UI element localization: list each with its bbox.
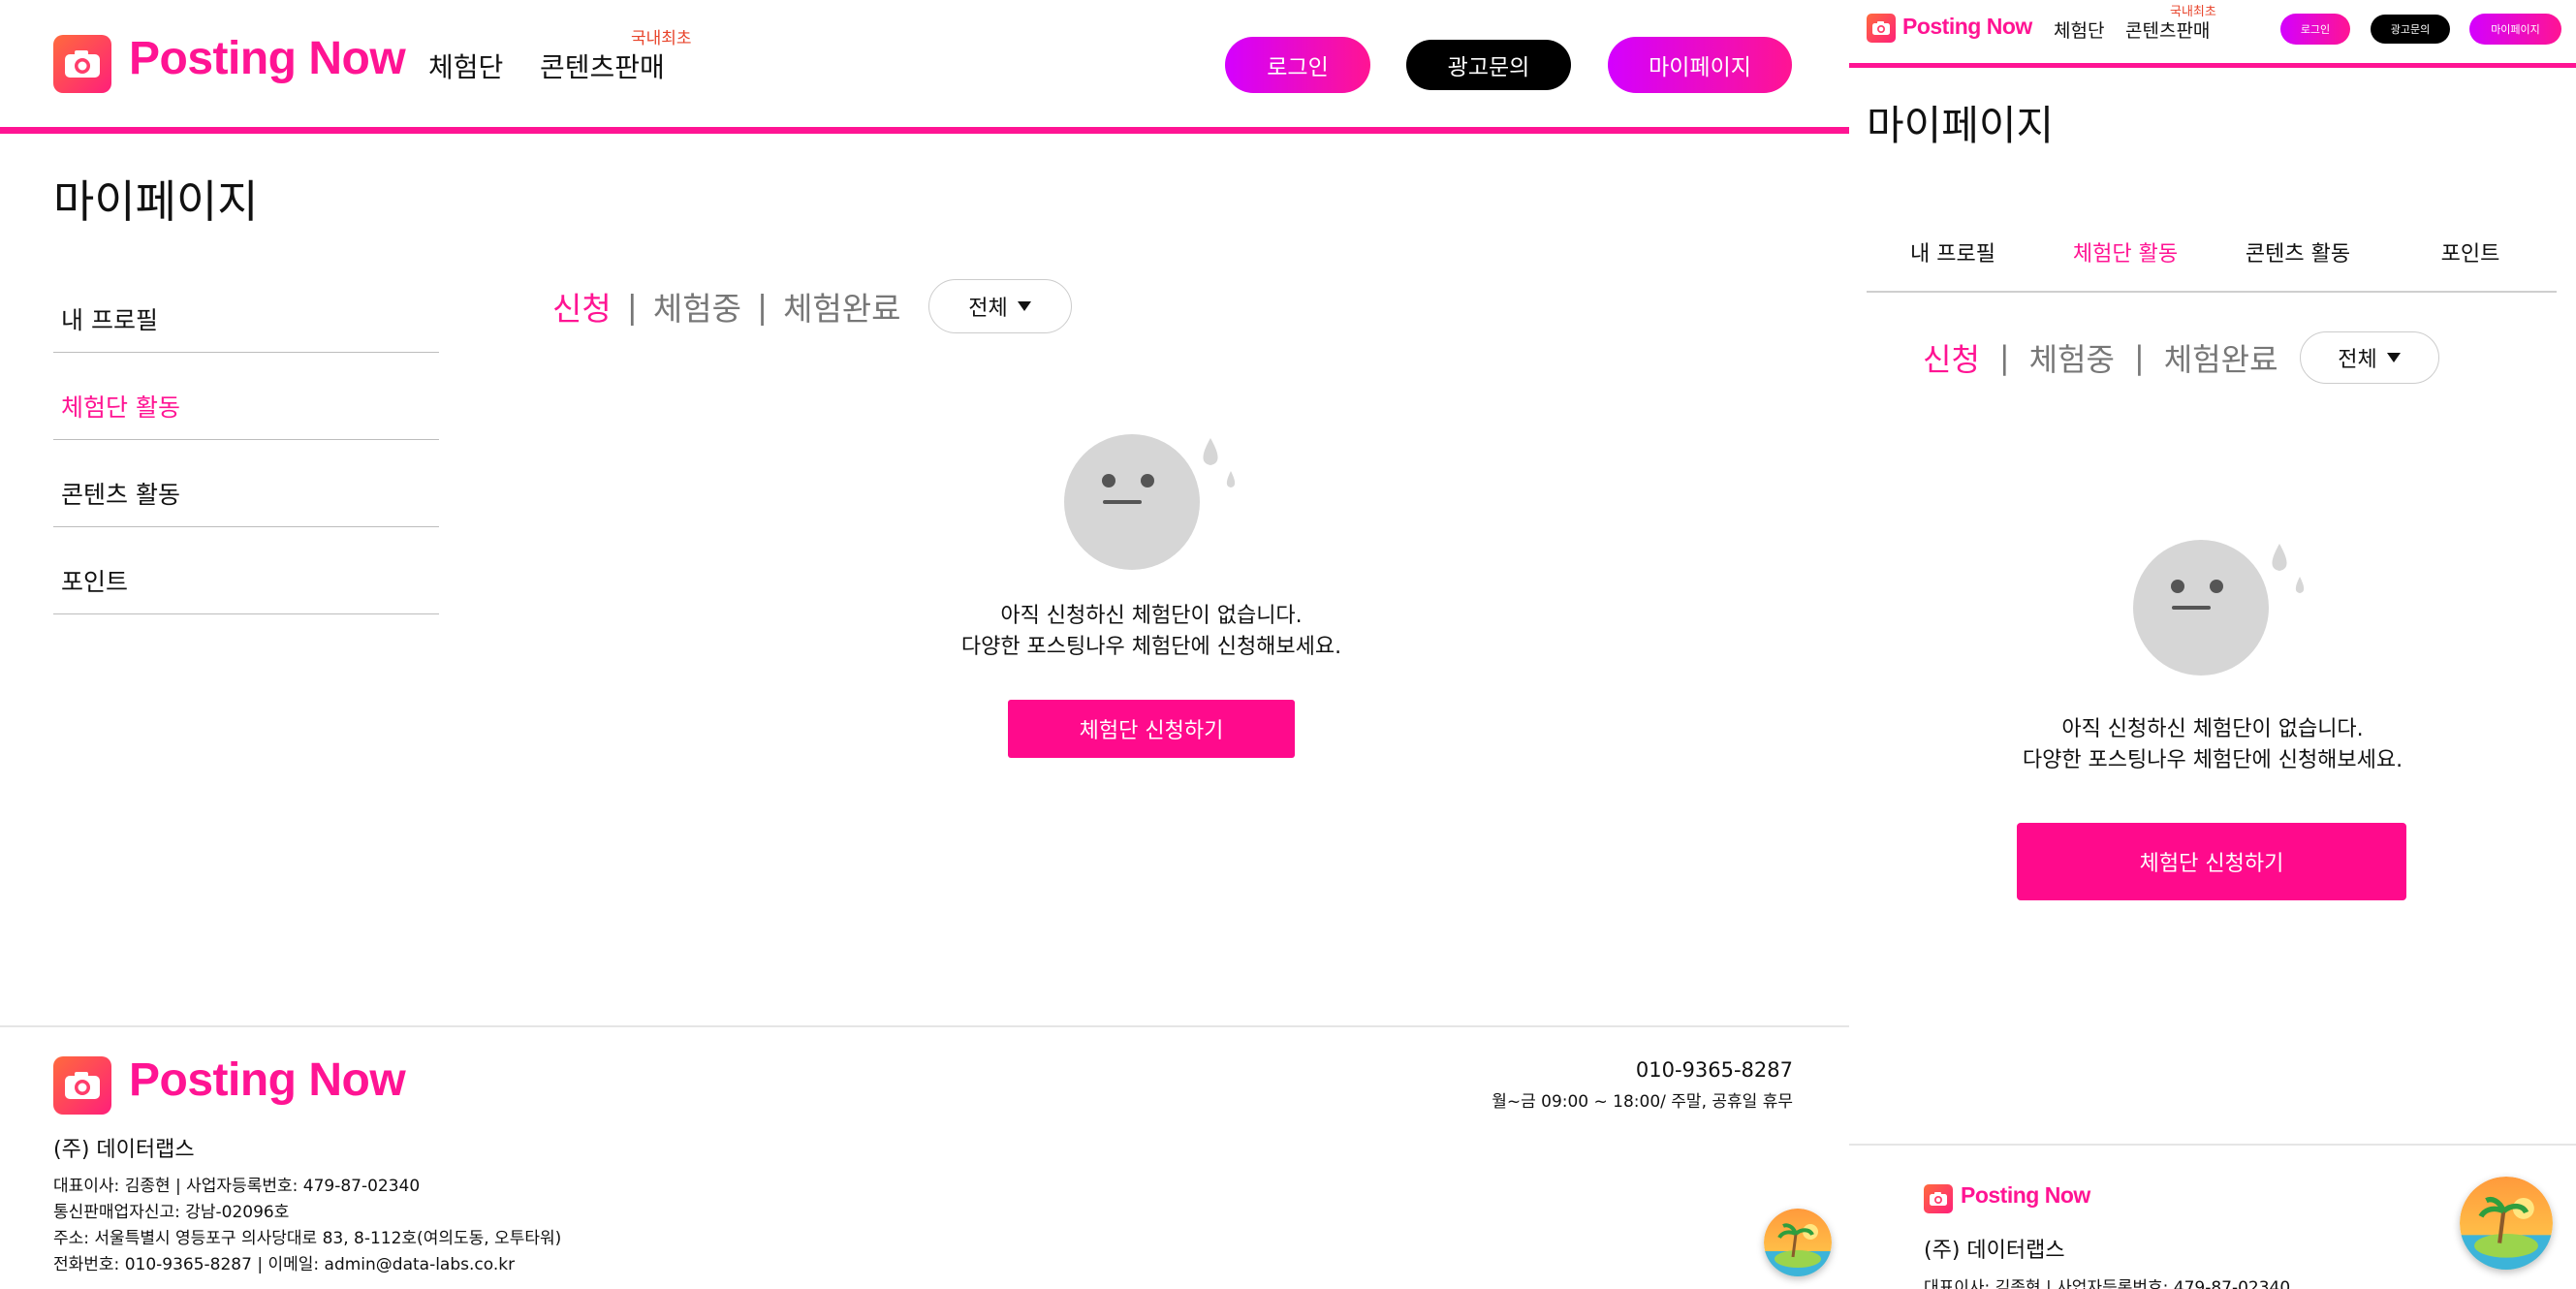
mobile-logo-camera-icon[interactable] xyxy=(1867,14,1896,43)
category-select-value: 전체 xyxy=(968,297,1008,321)
footer-ecommerce-line: 통신판매업자신고: 강남-02096호 xyxy=(53,1203,290,1222)
mobile-mypage-button[interactable]: 마이페이지 xyxy=(2469,14,2561,45)
camera-icon xyxy=(65,1072,100,1099)
mobile-filter-tab-in-progress[interactable]: 체험중 xyxy=(2029,335,2115,380)
mobile-empty-state-line-1: 아직 신청하신 체험단이 없습니다. xyxy=(2061,717,2364,741)
mobile-tab-profile[interactable]: 내 프로필 xyxy=(1867,236,2039,267)
filter-separator: | xyxy=(2134,339,2145,376)
footer-company-name: (주) 데이터랩스 xyxy=(53,1138,195,1162)
site-header: Posting Now 체험단 콘텐츠판매 국내최초 로그인 광고문의 마이페이… xyxy=(0,0,1849,134)
dropdown-triangle-icon xyxy=(2386,353,2401,362)
camera-icon xyxy=(1930,1192,1947,1206)
mobile-tab-experience-activity[interactable]: 체험단 활동 xyxy=(2039,236,2212,267)
footer-divider xyxy=(0,1025,1849,1027)
mobile-tab-divider xyxy=(1867,291,2557,293)
footer-logo-text[interactable]: Posting Now xyxy=(129,1053,406,1107)
mobile-category-select[interactable]: 전체 xyxy=(2299,331,2439,384)
footer-ceo-line: 대표이사: 김종현 | 사업자등록번호: 479-87-02340 xyxy=(53,1177,421,1196)
mobile-logo-text[interactable]: Posting Now xyxy=(1902,14,2032,40)
mobile-island-beach-icon[interactable] xyxy=(2460,1177,2553,1270)
sidebar-item-experience-activity[interactable]: 체험단 활동 xyxy=(53,353,439,440)
empty-state-line-1: 아직 신청하신 체험단이 없습니다. xyxy=(1000,604,1303,628)
filter-separator: | xyxy=(756,287,769,326)
login-button[interactable]: 로그인 xyxy=(1225,37,1370,93)
mobile-apply-experience-button[interactable]: 체험단 신청하기 xyxy=(2017,823,2406,900)
mobile-tab-points[interactable]: 포인트 xyxy=(2384,236,2557,267)
nav-item-content-sales[interactable]: 콘텐츠판매 xyxy=(540,47,665,85)
desktop-view: Posting Now 체험단 콘텐츠판매 국내최초 로그인 광고문의 마이페이… xyxy=(0,0,1849,1289)
mobile-category-select-value: 전체 xyxy=(2338,348,2377,372)
logo-text[interactable]: Posting Now xyxy=(129,32,406,85)
mobile-login-button[interactable]: 로그인 xyxy=(2280,14,2350,45)
sidebar-item-points[interactable]: 포인트 xyxy=(53,527,439,614)
mobile-footer-camera-icon[interactable] xyxy=(1924,1184,1953,1213)
mobile-ad-inquiry-button[interactable]: 광고문의 xyxy=(2371,15,2450,44)
footer-address-line: 주소: 서울특별시 영등포구 의사당대로 83, 8-112호(여의도동, 오투… xyxy=(53,1229,562,1248)
island-beach-icon[interactable] xyxy=(1764,1209,1832,1276)
mobile-footer-ceo-line: 대표이사: 김종현 | 사업자등록번호: 479-87-02340 xyxy=(1924,1278,2291,1289)
mobile-nav-item-content-sales[interactable]: 콘텐츠판매 xyxy=(2125,16,2210,43)
mobile-empty-state-line-2: 다양한 포스팅나우 체험단에 신청해보세요. xyxy=(2022,747,2403,772)
filter-separator: | xyxy=(626,287,638,326)
mobile-nav-item-experience[interactable]: 체험단 xyxy=(2054,16,2104,43)
filter-tab-applied[interactable]: 신청 xyxy=(552,283,612,330)
page-title: 마이페이지 xyxy=(53,175,259,228)
mobile-sad-face-icon xyxy=(2133,540,2305,676)
empty-state-line-2: 다양한 포스팅나우 체험단에 신청해보세요. xyxy=(960,634,1342,659)
mobile-footer-company-name: (주) 데이터랩스 xyxy=(1924,1239,2065,1263)
mobile-filter-tab-applied[interactable]: 신청 xyxy=(1923,335,1980,380)
mobile-view: Posting Now 체험단 콘텐츠판매 국내최초 로그인 광고문의 마이페이… xyxy=(1849,0,2576,1289)
mobile-empty-state-message: 아직 신청하신 체험단이 없습니다. 다양한 포스팅나우 체험단에 신청해보세요… xyxy=(1922,714,2503,776)
ad-inquiry-button[interactable]: 광고문의 xyxy=(1406,40,1571,90)
status-filter-bar: 신청 | 체험중 | 체험완료 전체 xyxy=(552,279,1072,333)
logo-camera-icon[interactable] xyxy=(53,35,111,93)
mobile-footer-divider xyxy=(1849,1144,2576,1146)
footer-contact-line: 전화번호: 010-9365-8287 | 이메일: admin@data-la… xyxy=(53,1255,516,1274)
apply-experience-button[interactable]: 체험단 신청하기 xyxy=(1008,700,1295,758)
filter-tab-completed[interactable]: 체험완료 xyxy=(783,283,900,330)
mobile-header: Posting Now 체험단 콘텐츠판매 국내최초 로그인 광고문의 마이페이… xyxy=(1849,0,2576,68)
mobile-footer-logo-text[interactable]: Posting Now xyxy=(1961,1182,2090,1209)
camera-icon xyxy=(1872,21,1890,35)
empty-state-message: 아직 신청하신 체험단이 없습니다. 다양한 포스팅나우 체험단에 신청해보세요… xyxy=(861,601,1442,663)
sidebar-item-content-activity[interactable]: 콘텐츠 활동 xyxy=(53,440,439,527)
filter-tab-in-progress[interactable]: 체험중 xyxy=(653,283,741,330)
camera-icon xyxy=(65,50,100,78)
filter-separator: | xyxy=(1998,339,2010,376)
mobile-page-title: 마이페이지 xyxy=(1867,102,2055,149)
mypage-button[interactable]: 마이페이지 xyxy=(1608,37,1792,93)
sidebar-item-profile[interactable]: 내 프로필 xyxy=(53,266,439,353)
sad-face-icon xyxy=(1064,434,1236,570)
dropdown-triangle-icon xyxy=(1017,301,1031,311)
nav-badge-first-in-korea: 국내최초 xyxy=(631,29,692,48)
category-select[interactable]: 전체 xyxy=(927,279,1072,333)
mobile-tab-content-activity[interactable]: 콘텐츠 활동 xyxy=(2212,236,2384,267)
footer-hours: 월~금 09:00 ~ 18:00/ 주말, 공휴일 휴무 xyxy=(1492,1092,1793,1112)
footer-phone: 010-9365-8287 xyxy=(1635,1058,1793,1082)
nav-item-experience[interactable]: 체험단 xyxy=(428,47,503,85)
mobile-nav-badge: 국내최초 xyxy=(2170,5,2216,19)
footer-logo-camera-icon[interactable] xyxy=(53,1056,111,1115)
mobile-status-filter-bar: 신청 | 체험중 | 체험완료 전체 xyxy=(1923,331,2439,384)
mobile-filter-tab-completed[interactable]: 체험완료 xyxy=(2164,335,2278,380)
